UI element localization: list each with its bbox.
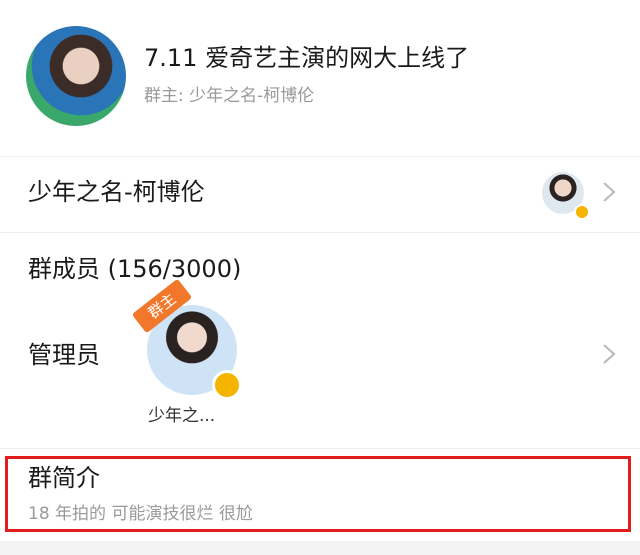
bottom-separator [0,541,640,555]
divider [0,448,640,449]
group-owner-line: 群主: 少年之名-柯博伦 [144,86,315,106]
group-header: 7.11 爱奇艺主演的网大上线了 群主: 少年之名-柯博伦 [0,0,640,156]
group-name-label: 少年之名-柯博伦 [28,178,205,206]
admin-name: 少年之... [148,406,216,426]
verified-badge-icon [212,370,242,400]
members-label: 群成员 (156/3000) [28,255,242,283]
highlight-box [5,456,631,532]
chevron-right-icon [603,182,616,202]
divider [0,156,640,157]
verified-badge-icon [574,204,590,220]
divider [0,232,640,233]
admins-label: 管理员 [28,341,100,369]
group-avatar[interactable] [26,26,126,126]
group-title: 7.11 爱奇艺主演的网大上线了 [144,44,470,72]
chevron-right-icon [603,344,616,364]
